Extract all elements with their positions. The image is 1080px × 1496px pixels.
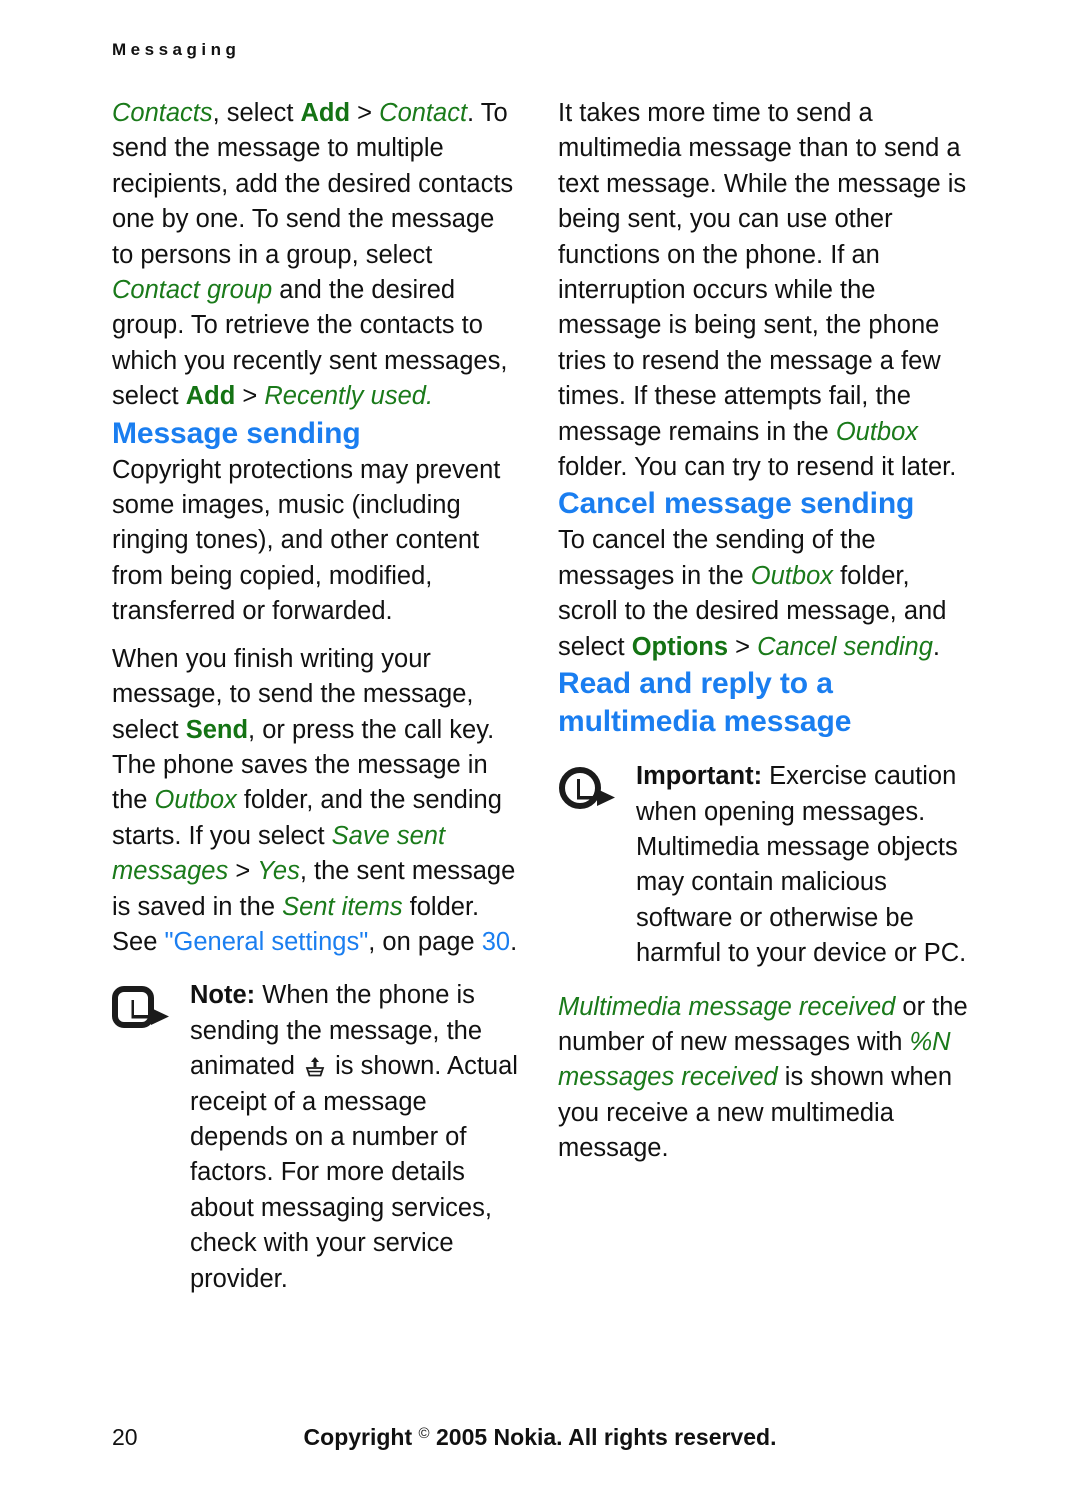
text-run: Exercise caution when opening messages. …	[636, 762, 967, 968]
text-run: folder. You can try to resend it later.	[558, 453, 957, 482]
text-run: .	[510, 927, 518, 956]
paragraph-cancel-sending: To cancel the sending of the messages in…	[558, 523, 968, 665]
ui-command-add: Add	[300, 99, 351, 127]
separator-gt: >	[350, 99, 380, 127]
paragraph-send-message: When you finish writing your message, to…	[112, 642, 522, 961]
outbox-sending-icon	[304, 1053, 326, 1077]
ui-command-options: Options	[631, 632, 729, 661]
copyright-notice: Copyright © 2005 Nokia. All rights reser…	[0, 1424, 1080, 1451]
right-column: It takes more time to send a multimedia …	[558, 96, 968, 1167]
ui-term-multimedia-message-received: Multimedia message received	[558, 992, 896, 1021]
text-run: .	[425, 382, 434, 411]
text-run: , on page	[368, 927, 482, 956]
text-run: , select	[212, 99, 301, 127]
left-column: Contacts, select Add > Contact. To send …	[112, 96, 522, 1297]
separator-gt: >	[228, 857, 258, 886]
note-lead: Note:	[190, 981, 256, 1010]
ui-term-contacts: Contacts	[112, 99, 213, 127]
heading-message-sending: Message sending	[112, 416, 361, 450]
text-run: Copyright	[303, 1424, 413, 1450]
text-run: 2005 Nokia. All rights reserved.	[435, 1424, 777, 1450]
note-text: Note: When the phone is sending the mess…	[190, 978, 522, 1297]
ui-command-send: Send	[185, 715, 249, 744]
note-callout: Note: When the phone is sending the mess…	[112, 978, 522, 1297]
paragraph-send-timing: It takes more time to send a multimedia …	[558, 96, 968, 485]
ui-command-add-2: Add	[185, 382, 236, 411]
separator-gt: >	[235, 382, 265, 411]
copyright-symbol: ©	[418, 1425, 430, 1442]
text-run: It takes more time to send a multimedia …	[558, 99, 967, 446]
ui-term-contact: Contact	[379, 99, 468, 127]
separator-gt: >	[728, 632, 758, 661]
important-lead: Important:	[636, 762, 763, 791]
heading-read-and-reply: Read and reply to a multimedia message	[558, 667, 852, 739]
page-footer: 20 Copyright © 2005 Nokia. All rights re…	[0, 1424, 1080, 1464]
running-head: Messaging	[112, 40, 241, 59]
text-run: .	[932, 632, 940, 661]
text-run: is shown. Actual receipt of a message de…	[190, 1052, 518, 1293]
important-text: Important: Exercise caution when opening…	[636, 759, 968, 971]
ui-term-cancel-sending: Cancel sending	[757, 632, 933, 661]
ui-term-outbox: Outbox	[750, 561, 833, 590]
important-callout: Important: Exercise caution when opening…	[558, 759, 968, 971]
note-arrow-icon	[112, 978, 190, 1042]
paragraph-copyright-protections: Copyright protections may prevent some i…	[112, 455, 501, 626]
heading-cancel-message-sending: Cancel message sending	[558, 487, 915, 521]
paragraph-contacts-continued: Contacts, select Add > Contact. To send …	[112, 96, 522, 415]
cross-reference-page-30[interactable]: 30	[482, 928, 510, 956]
ui-term-sent-items: Sent items	[282, 892, 403, 921]
ui-term-recently-used: Recently used	[264, 382, 426, 411]
important-arrow-icon	[558, 759, 636, 823]
cross-reference-general-settings[interactable]: "General settings"	[164, 928, 368, 956]
paragraph-message-received: Multimedia message received or the numbe…	[558, 990, 968, 1167]
ui-term-yes: Yes	[257, 857, 300, 886]
ui-term-outbox: Outbox	[835, 417, 919, 446]
manual-page: Messaging Contacts, select Add > Contact…	[0, 0, 1080, 1496]
ui-term-contact-group: Contact group	[112, 276, 273, 305]
ui-term-outbox: Outbox	[154, 786, 237, 815]
